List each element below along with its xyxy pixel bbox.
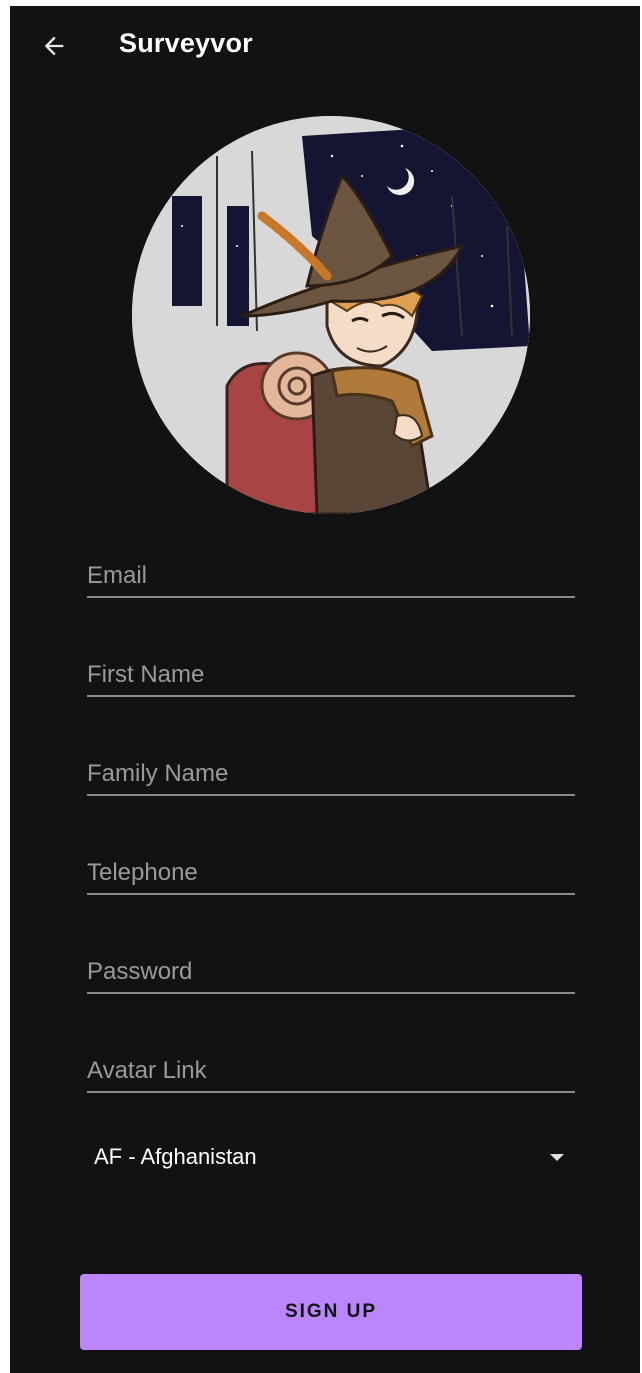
telephone-field[interactable] xyxy=(87,843,575,895)
back-button[interactable] xyxy=(34,26,74,66)
password-field[interactable] xyxy=(87,942,575,994)
avatar-image xyxy=(132,116,530,514)
app-title: Surveyvor xyxy=(119,28,253,58)
country-select[interactable]: AF - Afghanistan xyxy=(94,1134,564,1184)
password-input[interactable] xyxy=(87,958,575,986)
first-name-input[interactable] xyxy=(87,661,575,689)
avatar-link-field[interactable] xyxy=(87,1041,575,1093)
avatar-illustration xyxy=(132,116,530,514)
signup-screen: Surveyvor Email First Name Family Name T… xyxy=(10,6,640,1373)
email-input[interactable] xyxy=(87,562,575,590)
country-selected-value: AF - Afghanistan xyxy=(94,1144,257,1169)
app-bar: Surveyvor xyxy=(10,6,640,92)
dropdown-arrow-icon xyxy=(550,1154,564,1161)
email-field[interactable] xyxy=(87,546,575,598)
family-name-input[interactable] xyxy=(87,760,575,788)
sign-up-button[interactable]: SIGN UP xyxy=(80,1274,582,1350)
arrow-back-icon xyxy=(44,36,64,56)
family-name-field[interactable] xyxy=(87,744,575,796)
avatar-link-input[interactable] xyxy=(87,1057,575,1085)
first-name-field[interactable] xyxy=(87,645,575,697)
telephone-input[interactable] xyxy=(87,859,575,887)
